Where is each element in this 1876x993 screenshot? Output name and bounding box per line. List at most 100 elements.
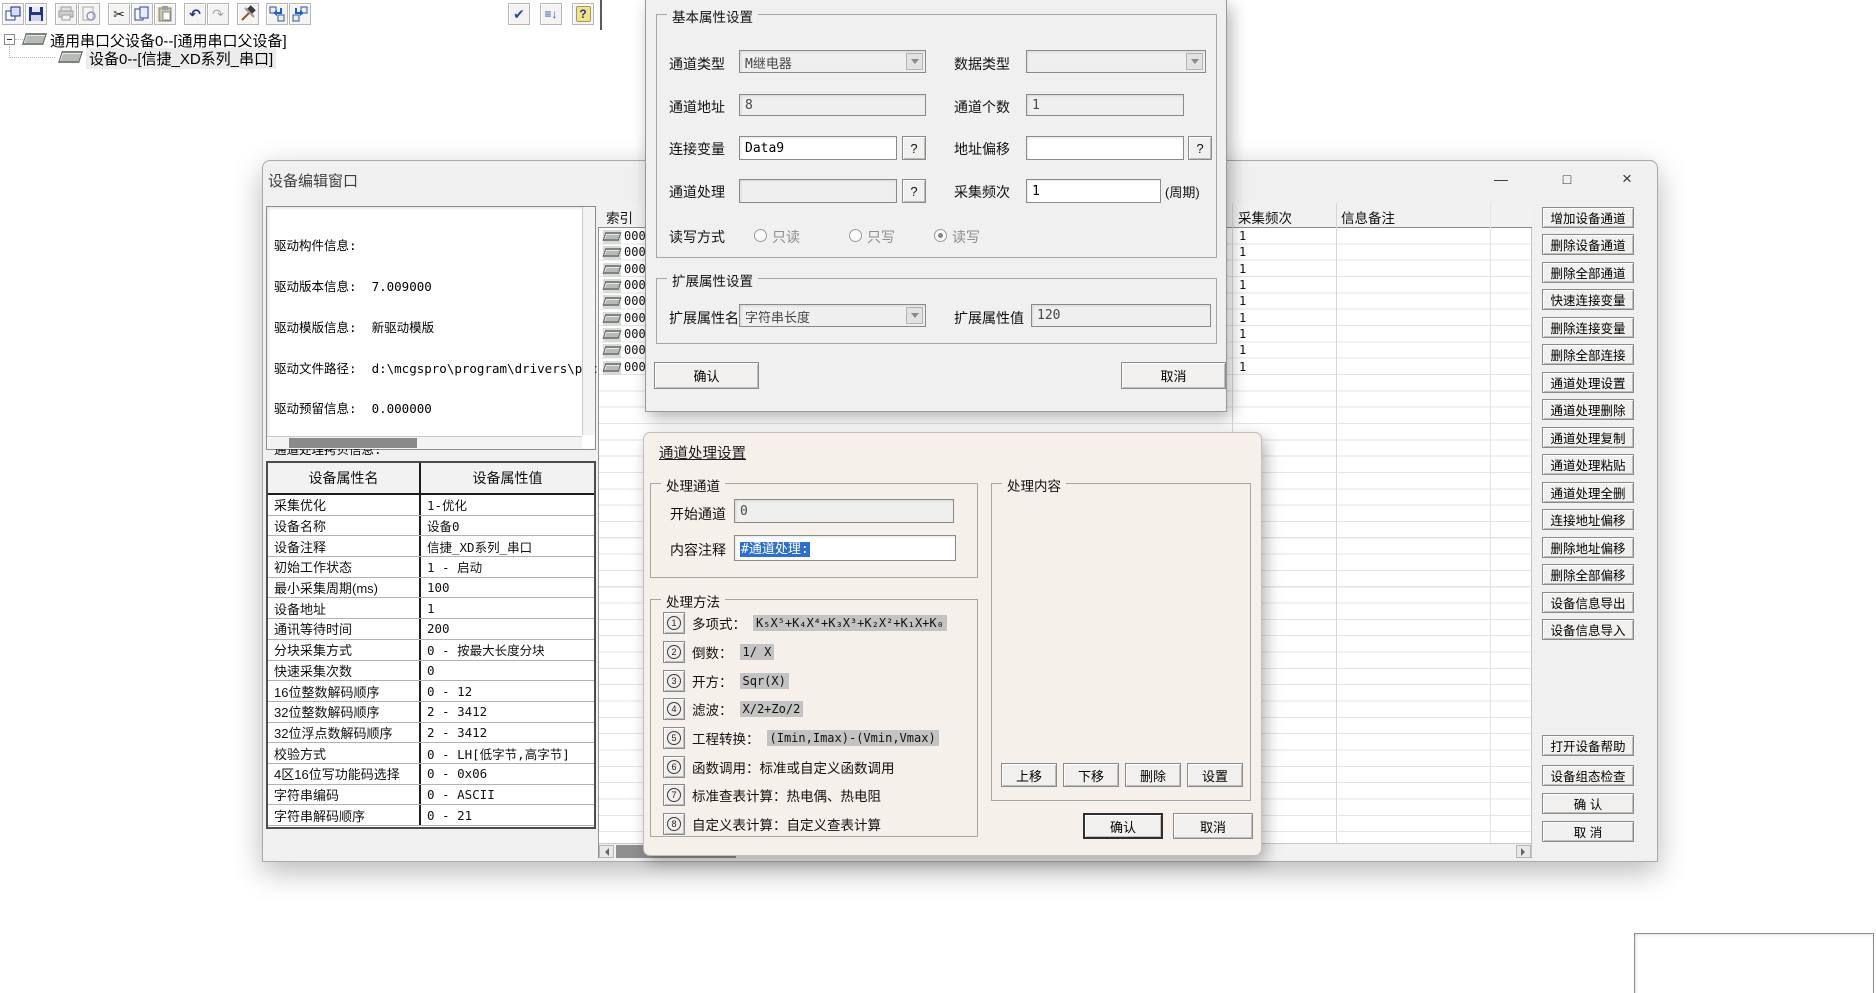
delete-link-variable-button[interactable]: 删除连接变量	[1542, 317, 1634, 338]
undo-icon[interactable]: ↶	[184, 3, 206, 25]
delete-address-offset-button[interactable]: 删除地址偏移	[1542, 537, 1634, 558]
table-row[interactable]: 4区16位写功能码选择0 - 0x06	[268, 764, 594, 785]
method-5-button[interactable]: 5	[663, 727, 685, 749]
method-7-button[interactable]: 7	[663, 784, 685, 806]
radio-read-write[interactable]	[934, 229, 947, 242]
method-4-button[interactable]: 4	[663, 698, 685, 720]
window-cancel-button[interactable]: 取 消	[1542, 821, 1634, 842]
chevron-down-icon[interactable]	[906, 53, 923, 70]
channel-process-delete-button[interactable]: 通道处理删除	[1542, 399, 1634, 420]
channel-process-copy-button[interactable]: 通道处理复制	[1542, 427, 1634, 448]
new-window-icon[interactable]	[2, 3, 24, 25]
link-address-offset-button[interactable]: 连接地址偏移	[1542, 509, 1634, 530]
scroll-right-button[interactable]	[1516, 845, 1531, 858]
driver-info-horizontal-scrollbar[interactable]	[267, 436, 582, 449]
set-button[interactable]: 设置	[1187, 763, 1243, 787]
tools-icon[interactable]	[237, 3, 259, 25]
chevron-down-icon[interactable]	[1186, 53, 1203, 70]
redo-icon[interactable]: ↷	[207, 3, 229, 25]
upload-project-icon[interactable]	[289, 3, 311, 25]
open-device-help-button[interactable]: 打开设备帮助	[1542, 735, 1634, 756]
address-offset-input[interactable]	[1026, 136, 1184, 160]
method-8-button[interactable]: 8	[663, 813, 685, 835]
export-device-info-button[interactable]: 设备信息导出	[1542, 592, 1634, 613]
table-row[interactable]: 最小采集周期(ms)100	[268, 578, 594, 599]
table-row[interactable]: 校验方式0 - LH[低字节,高字节]	[268, 743, 594, 764]
table-row[interactable]: 字符串解码顺序0 - 21	[268, 805, 594, 826]
close-button[interactable]: ×	[1608, 166, 1646, 192]
dialog-ok-button[interactable]: 确认	[1083, 813, 1163, 839]
driver-info-vertical-scrollbar[interactable]	[582, 207, 595, 435]
table-row[interactable]: 32位浮点数解码顺序2 - 3412	[268, 723, 594, 744]
paste-icon[interactable]	[154, 3, 176, 25]
table-row[interactable]: 通讯等待时间200	[268, 619, 594, 640]
comment-input[interactable]: #通道处理:	[734, 535, 956, 561]
dialog-cancel-button[interactable]: 取消	[1121, 362, 1226, 389]
delete-channel-button[interactable]: 删除设备通道	[1542, 234, 1634, 255]
process-content-listbox[interactable]	[1634, 933, 1874, 993]
method-3-button[interactable]: 3	[663, 670, 685, 692]
table-row[interactable]: 16位整数解码顺序0 - 12	[268, 681, 594, 702]
window-ok-button[interactable]: 确 认	[1542, 793, 1634, 814]
channel-process-set-button[interactable]: 通道处理设置	[1542, 372, 1634, 393]
start-channel-input[interactable]	[734, 499, 954, 523]
delete-all-channels-button[interactable]: 删除全部通道	[1542, 262, 1634, 283]
channel-process-input[interactable]	[739, 179, 897, 203]
delete-button[interactable]: 删除	[1125, 763, 1181, 787]
link-variable-help-button[interactable]: ?	[902, 136, 926, 160]
radio-read-only-label[interactable]: 只读	[772, 227, 800, 247]
tree-item-device0[interactable]: 设备0--[信捷_XD系列_串口]	[86, 48, 276, 69]
delete-all-offsets-button[interactable]: 删除全部偏移	[1542, 564, 1634, 585]
print-icon[interactable]	[55, 3, 77, 25]
move-up-button[interactable]: 上移	[1001, 763, 1057, 787]
copy-icon[interactable]	[131, 3, 153, 25]
table-row[interactable]: 分块采集方式0 - 按最大长度分块	[268, 640, 594, 661]
table-row[interactable]: 32位整数解码顺序2 - 3412	[268, 702, 594, 723]
scrollbar-thumb[interactable]	[289, 438, 417, 448]
ext-property-name-dropdown[interactable]: 字符串长度	[739, 304, 926, 327]
channel-address-input[interactable]	[739, 94, 926, 116]
save-icon[interactable]	[25, 3, 47, 25]
data-type-dropdown[interactable]	[1026, 50, 1206, 73]
move-down-button[interactable]: 下移	[1063, 763, 1119, 787]
table-row[interactable]: 初始工作状态1 - 启动	[268, 557, 594, 578]
channel-process-delete-all-button[interactable]: 通道处理全删	[1542, 482, 1634, 503]
import-device-info-button[interactable]: 设备信息导入	[1542, 619, 1634, 640]
delete-all-links-button[interactable]: 删除全部连接	[1542, 344, 1634, 365]
quick-link-variable-button[interactable]: 快速连接变量	[1542, 289, 1634, 310]
device-config-check-button[interactable]: 设备组态检查	[1542, 765, 1634, 786]
minimize-button[interactable]: —	[1482, 166, 1520, 192]
sort-list-icon[interactable]: ≡↓	[540, 3, 562, 25]
table-row[interactable]: 采集优化1-优化	[268, 495, 594, 516]
channel-process-help-button[interactable]: ?	[902, 179, 926, 203]
table-row[interactable]: 设备注释信捷_XD系列_串口	[268, 536, 594, 557]
print-preview-icon[interactable]	[78, 3, 100, 25]
table-row[interactable]: 设备名称设备0	[268, 516, 594, 537]
collect-freq-input[interactable]	[1026, 179, 1161, 203]
tree-collapse-toggle[interactable]	[4, 34, 15, 45]
channel-type-dropdown[interactable]: M继电器	[739, 50, 926, 73]
method-2-button[interactable]: 2	[663, 641, 685, 663]
syntax-check-icon[interactable]: ✔	[508, 3, 530, 25]
dialog-ok-button[interactable]: 确认	[654, 362, 759, 389]
channel-count-input[interactable]	[1026, 94, 1184, 116]
download-project-icon[interactable]	[266, 3, 288, 25]
maximize-button[interactable]: □	[1548, 166, 1586, 192]
add-channel-button[interactable]: 增加设备通道	[1542, 207, 1634, 228]
scroll-left-button[interactable]	[599, 845, 614, 858]
address-offset-help-button[interactable]: ?	[1188, 136, 1212, 160]
table-row[interactable]: 设备地址1	[268, 598, 594, 619]
method-6-button[interactable]: 6	[663, 756, 685, 778]
ext-property-value-input[interactable]	[1031, 304, 1211, 327]
method-1-button[interactable]: 1	[663, 612, 685, 634]
help-icon[interactable]: ?	[572, 3, 594, 25]
radio-write-only[interactable]	[849, 229, 862, 242]
radio-read-only[interactable]	[754, 229, 767, 242]
radio-read-write-label[interactable]: 读写	[952, 227, 980, 247]
table-row[interactable]: 快速采集次数0	[268, 661, 594, 682]
table-row[interactable]: 字符串编码0 - ASCII	[268, 785, 594, 806]
channel-process-paste-button[interactable]: 通道处理粘贴	[1542, 454, 1634, 475]
radio-write-only-label[interactable]: 只写	[867, 227, 895, 247]
chevron-down-icon[interactable]	[906, 307, 923, 324]
cut-icon[interactable]: ✂	[108, 3, 130, 25]
